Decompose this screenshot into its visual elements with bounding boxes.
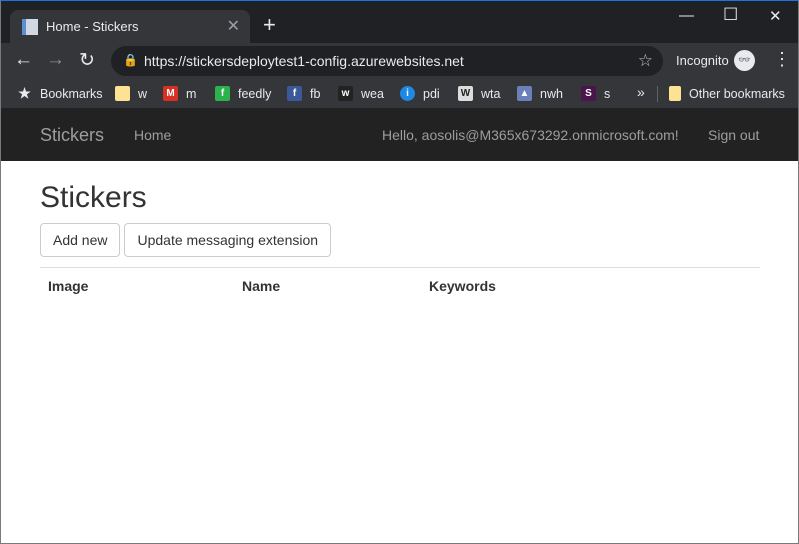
lock-icon: 🔒 xyxy=(123,53,138,67)
stickers-table-header: Image Name Keywords xyxy=(40,267,760,294)
bookmark-label: nwh xyxy=(540,86,563,101)
tab-title: Home - Stickers xyxy=(46,19,139,34)
reload-button[interactable]: ↻ xyxy=(79,49,95,72)
user-greeting-link[interactable]: Hello, aosolis@M365x673292.onmicrosoft.c… xyxy=(382,127,679,143)
pdi-icon: i xyxy=(400,86,415,101)
sign-out-link[interactable]: Sign out xyxy=(708,127,759,143)
page-title: Stickers xyxy=(40,181,147,214)
browser-window: Home - Stickers ✕ + — ☐ ✕ ← → ↻ 🔒 https:… xyxy=(0,0,799,544)
page-icon xyxy=(22,19,38,35)
bookmark-w[interactable]: w xyxy=(115,86,147,101)
add-new-button[interactable]: Add new xyxy=(40,223,121,257)
s-icon: S xyxy=(581,86,596,101)
column-header-name: Name xyxy=(242,278,281,294)
bookmark-label: s xyxy=(604,86,611,101)
close-tab-icon[interactable]: ✕ xyxy=(227,16,240,36)
more-bookmarks-chevron-icon[interactable]: » xyxy=(637,84,645,100)
toolbar: ← → ↻ 🔒 https://stickersdeploytest1-conf… xyxy=(1,43,798,79)
close-window-button[interactable]: ✕ xyxy=(769,7,782,25)
bookmark-pdi[interactable]: i pdi xyxy=(400,86,440,101)
facebook-icon: f xyxy=(287,86,302,101)
bookmark-wea[interactable]: w wea xyxy=(338,86,384,101)
bookmark-star-icon[interactable]: ☆ xyxy=(638,51,653,71)
main-content: Stickers Add new Update messaging extens… xyxy=(40,163,760,294)
star-icon: ★ xyxy=(18,85,31,101)
other-bookmarks-label: Other bookmarks xyxy=(689,86,785,101)
folder-icon xyxy=(115,86,130,101)
title-bar: Home - Stickers ✕ + — ☐ ✕ xyxy=(1,1,798,44)
bookmark-fb[interactable]: f fb xyxy=(287,86,320,101)
bookmark-label: Bookmarks xyxy=(40,86,103,101)
incognito-icon[interactable]: 👓 xyxy=(734,50,755,71)
maximize-button[interactable]: ☐ xyxy=(723,5,738,25)
bookmark-bookmarks[interactable]: ★ Bookmarks xyxy=(17,85,103,101)
wunderground-icon: w xyxy=(338,86,353,101)
bookmark-s[interactable]: Ss xyxy=(581,86,610,101)
bookmark-feedly[interactable]: f feedly xyxy=(215,86,271,101)
menu-icon[interactable]: ⋮ xyxy=(773,49,791,70)
minimize-button[interactable]: — xyxy=(679,7,694,24)
wta-icon: W xyxy=(458,86,473,101)
hiker-icon: ▲ xyxy=(517,86,532,101)
new-tab-button[interactable]: + xyxy=(263,12,276,38)
bookmark-label: wta xyxy=(481,86,501,101)
back-button[interactable]: ← xyxy=(14,49,33,71)
other-bookmarks[interactable]: Other bookmarks xyxy=(669,86,785,101)
update-messaging-extension-button[interactable]: Update messaging extension xyxy=(124,223,332,257)
bookmark-nwh[interactable]: ▲ nwh xyxy=(517,86,563,101)
bookmark-label: feedly xyxy=(238,86,272,101)
nav-home-link[interactable]: Home xyxy=(134,127,171,143)
bookmark-wta[interactable]: Wwta xyxy=(458,86,500,101)
url-text: https://stickersdeploytest1-config.azure… xyxy=(144,53,464,69)
forward-button[interactable]: → xyxy=(46,49,65,71)
bookmarks-bar: » Other bookmarks ★ Bookmarks w Mm f feedly f f… xyxy=(1,79,798,109)
bookmark-label: m xyxy=(186,86,197,101)
bookmark-label: wea xyxy=(361,86,384,101)
bookmark-label: fb xyxy=(310,86,321,101)
column-header-keywords: Keywords xyxy=(429,278,496,294)
folder-icon xyxy=(669,86,681,101)
site-navbar: Stickers Home Hello, aosolis@M365x673292… xyxy=(1,109,798,161)
tab-home-stickers[interactable]: Home - Stickers ✕ xyxy=(10,10,250,44)
bookmark-m[interactable]: Mm xyxy=(163,86,196,101)
brand-link[interactable]: Stickers xyxy=(40,125,104,146)
bookmark-label: pdi xyxy=(423,86,440,101)
gmail-icon: M xyxy=(163,86,178,101)
address-bar[interactable]: 🔒 https://stickersdeploytest1-config.azu… xyxy=(111,46,663,76)
feedly-icon: f xyxy=(215,86,230,101)
column-header-image: Image xyxy=(48,278,89,294)
divider xyxy=(657,86,658,102)
bookmark-label: w xyxy=(138,86,148,101)
incognito-label: Incognito xyxy=(676,53,729,68)
